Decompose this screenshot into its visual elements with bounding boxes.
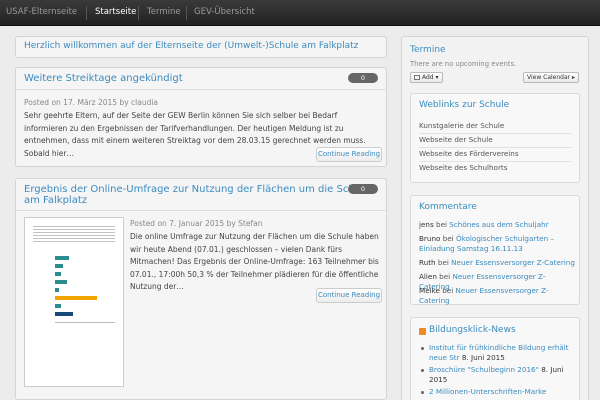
no-events-text: There are no upcoming events.	[410, 60, 517, 68]
kommentare-panel: Kommentare jens bei Schönes aus dem Schu…	[410, 195, 580, 305]
top-navigation: USAF-Elternseite Startseite Termine GEV-…	[0, 0, 600, 26]
bullet-icon	[421, 347, 424, 350]
news-link[interactable]: Broschüre "Schulbeginn 2016"	[429, 365, 539, 374]
add-event-button[interactable]: Add ▾	[410, 72, 443, 83]
comment-count-badge[interactable]: 0	[348, 184, 378, 194]
recent-comment: jens bei Schönes aus dem Schuljahr	[419, 220, 549, 229]
sidebar: Termine There are no upcoming events. Ad…	[401, 36, 589, 400]
post-title-link-continued[interactable]: am Falkplatz	[24, 195, 87, 207]
thumbnail-bar	[55, 256, 69, 260]
news-title[interactable]: Bildungsklick-News	[429, 325, 516, 335]
comment-count-badge[interactable]: 0	[348, 73, 378, 83]
calendar-icon	[414, 75, 420, 80]
weblink-item[interactable]: Webseite der Schule	[419, 135, 571, 148]
weblinks-title: Weblinks zur Schule	[419, 100, 510, 110]
view-calendar-button[interactable]: View Calendar ▸	[523, 72, 580, 83]
continue-reading-button[interactable]: Continue Reading	[316, 147, 382, 162]
thumbnail-axis	[55, 322, 115, 323]
post-header: Weitere Streiktage angekündigt 0	[16, 68, 386, 90]
thumbnail-bar	[55, 264, 63, 268]
nav-item-startseite[interactable]: Startseite	[95, 0, 136, 26]
nav-item-usaf-elternseite[interactable]: USAF-Elternseite	[6, 0, 77, 26]
thumbnail-heading	[33, 224, 115, 242]
thumbnail-bar	[55, 296, 97, 300]
welcome-banner: Herzlich willkommen auf der Elternseite …	[15, 36, 387, 58]
continue-reading-button[interactable]: Continue Reading	[316, 288, 382, 303]
bullet-icon	[421, 369, 424, 372]
news-item: 2 Millionen-Unterschriften-Marke	[429, 387, 575, 397]
post-excerpt: Die online Umfrage zur Nutzung der Fläch…	[130, 232, 379, 291]
rss-icon[interactable]	[419, 328, 426, 335]
thumbnail-bar	[55, 312, 73, 316]
nav-divider	[86, 6, 87, 20]
nav-divider	[138, 6, 139, 20]
news-item: Broschüre "Schulbeginn 2016" 8. Juni 201…	[429, 365, 575, 385]
chevron-down-icon: ▾	[435, 74, 439, 81]
post-card: Weitere Streiktage angekündigt 0 Posted …	[15, 67, 387, 167]
recent-comment: Ruth bei Neuer Essensversorger Z-Caterin…	[419, 258, 575, 267]
weblink-item[interactable]: Kunstgalerie der Schule	[419, 121, 571, 134]
post-meta: Posted on 17. März 2015 by claudia	[24, 98, 159, 107]
add-event-label: Add	[422, 74, 434, 81]
nav-item-termine[interactable]: Termine	[147, 0, 181, 26]
news-panel: Bildungsklick-News Institut für frühkind…	[410, 317, 580, 400]
welcome-title: Herzlich willkommen auf der Elternseite …	[24, 41, 359, 51]
thumbnail-bar	[55, 304, 61, 308]
recent-comment: Bruno bei Ökologischer Schulgarten – Ein…	[419, 234, 555, 253]
recent-comment: Meike bei Neuer Essensversorger Z-Cateri…	[419, 286, 549, 305]
news-link[interactable]: 2 Millionen-Unterschriften-Marke	[429, 387, 546, 396]
nav-divider	[186, 6, 187, 20]
weblink-item[interactable]: Webseite des Fördervereins	[419, 149, 571, 162]
thumbnail-bar	[55, 280, 67, 284]
thumbnail-bar	[55, 288, 59, 292]
post-title-link[interactable]: Weitere Streiktage angekündigt	[24, 73, 183, 85]
post-card: Ergebnis der Online-Umfrage zur Nutzung …	[15, 178, 387, 400]
nav-item-gev-uebersicht[interactable]: GEV-Übersicht	[194, 0, 255, 26]
thumbnail-bar	[55, 272, 61, 276]
kommentare-title: Kommentare	[419, 202, 477, 212]
bullet-icon	[421, 391, 424, 394]
news-item: Institut für frühkindliche Bildung erhäl…	[429, 343, 575, 363]
survey-result-thumbnail[interactable]	[24, 217, 124, 387]
post-header: Ergebnis der Online-Umfrage zur Nutzung …	[16, 179, 386, 211]
post-meta: Posted on 7. Januar 2015 by Stefan	[130, 219, 263, 228]
termine-title: Termine	[410, 45, 446, 55]
comment-post-link[interactable]: Neuer Essensversorger Z-Catering	[451, 258, 575, 267]
weblink-item[interactable]: Webseite des Schulhorts	[419, 163, 571, 175]
news-date: 8. Juni 2015	[461, 353, 505, 362]
weblinks-panel: Weblinks zur Schule Kunstgalerie der Sch…	[410, 93, 580, 183]
comment-post-link[interactable]: Schönes aus dem Schuljahr	[449, 220, 548, 229]
